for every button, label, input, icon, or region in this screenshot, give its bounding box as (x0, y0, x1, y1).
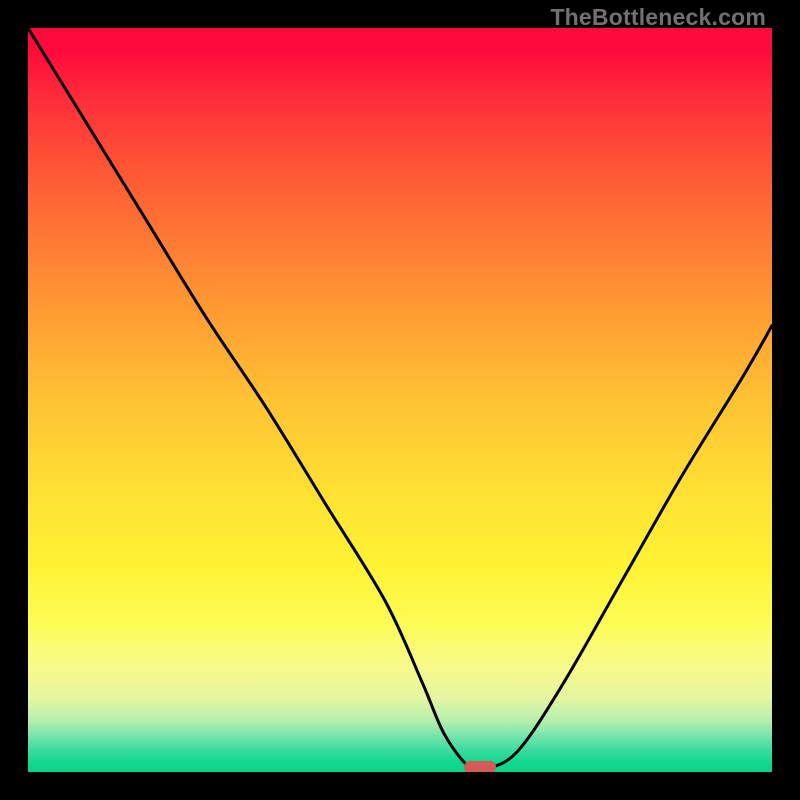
watermark-text: TheBottleneck.com (550, 4, 766, 31)
optimal-marker (464, 761, 496, 772)
bottleneck-curve (28, 28, 772, 772)
plot-area (28, 28, 772, 772)
